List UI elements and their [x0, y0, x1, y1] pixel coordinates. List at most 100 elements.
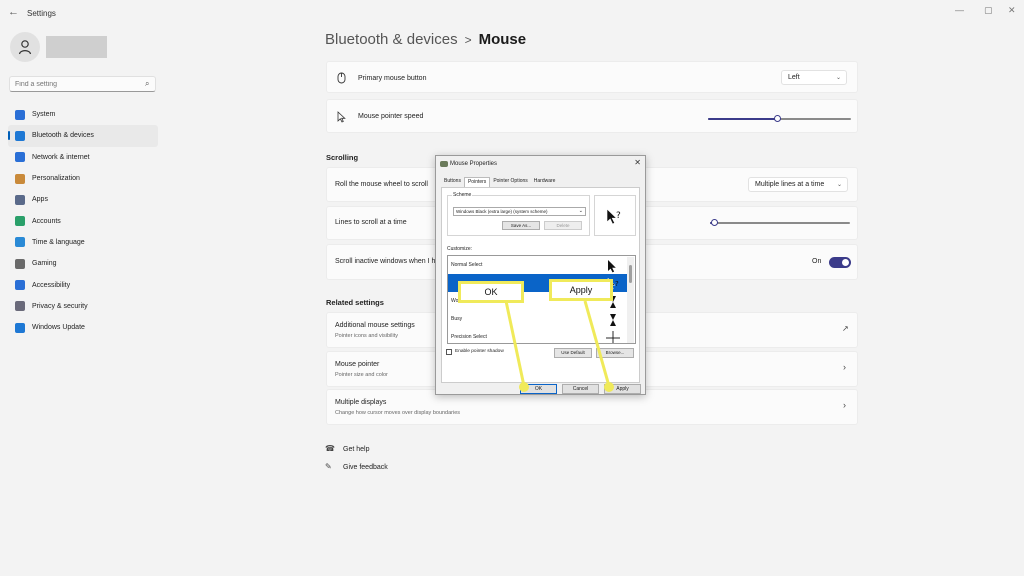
scheme-select[interactable]: Windows Black (extra large) (system sche… [453, 207, 586, 216]
tab-pointer-options[interactable]: Pointer Options [490, 177, 530, 187]
mouse-pointer-sub: Pointer size and color [335, 372, 388, 378]
give-feedback-link[interactable]: ✎ Give feedback [325, 462, 388, 471]
sidebar-item-system[interactable]: System [8, 104, 158, 125]
app-title: Settings [27, 9, 56, 18]
sidebar-item-label: Accounts [32, 217, 61, 225]
scheme-group: Scheme Windows Black (extra large) (syst… [447, 192, 590, 236]
sidebar-item-network-internet[interactable]: Network & internet [8, 147, 158, 168]
back-arrow-icon[interactable]: ← [8, 6, 19, 18]
ok-callout: OK [458, 281, 524, 303]
tab-pointers[interactable]: Pointers [463, 177, 491, 187]
shield-icon [15, 301, 25, 312]
cursor-list-item[interactable]: Normal Select [448, 256, 628, 274]
additional-mouse-settings-sub: Pointer icons and visibility [335, 333, 398, 339]
pointer-speed-slider[interactable] [708, 115, 851, 123]
cancel-button[interactable]: Cancel [562, 384, 599, 394]
sidebar-item-time-language[interactable]: Time & language [8, 232, 158, 253]
roll-wheel-dropdown[interactable]: Multiple lines at a time ⌄ [748, 177, 848, 192]
delete-button[interactable]: Delete [544, 221, 582, 230]
avatar[interactable] [10, 32, 40, 62]
multiple-displays-sub: Change how cursor moves over display bou… [335, 410, 461, 416]
svg-text:?: ? [615, 280, 619, 288]
mouse-properties-dialog: Mouse Properties ✕ Buttons Pointers Pointe… [435, 155, 646, 395]
sidebar-item-privacy-security[interactable]: Privacy & security [8, 296, 158, 317]
scroll-thumb[interactable] [629, 265, 632, 283]
chevron-down-icon: ⌄ [835, 75, 841, 81]
page-title: Mouse [478, 31, 527, 48]
close-icon[interactable]: ✕ [1008, 5, 1016, 16]
sidebar-item-accounts[interactable]: Accounts [8, 210, 158, 231]
browse-button[interactable]: Browse... [596, 348, 634, 358]
get-help-link[interactable]: ☎ Get help [325, 444, 369, 453]
slider-thumb[interactable] [774, 115, 781, 122]
slider-track[interactable] [710, 222, 850, 224]
title-bar: ← Settings — ▢ ✕ [0, 0, 1024, 26]
minimize-icon[interactable]: — [955, 5, 964, 15]
cursor-preview: ? [594, 195, 636, 236]
search-input[interactable] [9, 76, 156, 92]
sidebar-item-label: Windows Update [32, 324, 85, 332]
precision-select-cursor-icon [606, 331, 620, 343]
sidebar-item-apps[interactable]: Apps [8, 189, 158, 210]
additional-mouse-settings-label: Additional mouse settings [335, 322, 415, 329]
breadcrumb-parent[interactable]: Bluetooth & devices [325, 31, 458, 48]
pointer-icon [337, 111, 346, 123]
cursor-list-item[interactable]: Precision Select [448, 328, 628, 343]
save-as-button[interactable]: Save As... [502, 221, 540, 230]
tab-hardware[interactable]: Hardware [531, 177, 559, 187]
mouse-properties-icon [440, 161, 448, 167]
sidebar-item-label: Time & language [32, 238, 85, 246]
customize-label: Customize: [447, 246, 473, 252]
sidebar-item-label: Gaming [32, 260, 57, 268]
toggle-state-text: On [812, 258, 822, 265]
maximize-icon[interactable]: ▢ [984, 5, 993, 16]
dialog-close-icon[interactable]: ✕ [634, 158, 641, 167]
mouse-pointer-label: Mouse pointer [335, 361, 380, 368]
update-icon [15, 322, 25, 333]
primary-button-dropdown[interactable]: Left ⌄ [781, 70, 847, 85]
primary-button-row: Primary mouse button Left ⌄ [326, 61, 858, 93]
primary-button-value: Left [788, 74, 800, 81]
breadcrumb: Bluetooth & devices > Mouse [325, 31, 526, 48]
accessibility-icon [15, 280, 25, 291]
apply-button[interactable]: Apply [604, 384, 641, 394]
apps-icon [15, 194, 25, 205]
ok-button[interactable]: OK [520, 384, 557, 394]
system-icon [15, 109, 25, 120]
username-redacted [46, 36, 107, 58]
cursor-list-item[interactable]: Busy [448, 310, 628, 328]
normal-select-cursor-icon [608, 260, 616, 273]
globe-icon [15, 237, 25, 248]
sidebar-item-label: Privacy & security [32, 302, 88, 310]
busy-cursor-icon [610, 314, 616, 326]
scroll-inactive-toggle[interactable] [829, 257, 851, 268]
sidebar-item-personalization[interactable]: Personalization [8, 168, 158, 189]
apply-callout: Apply [549, 279, 613, 301]
slider-thumb[interactable] [711, 219, 718, 226]
network-icon [15, 152, 25, 163]
cursor-list-scrollbar[interactable] [627, 257, 634, 343]
sidebar-item-label: Bluetooth & devices [32, 132, 94, 140]
scheme-value: Windows Black (extra large) (system sche… [456, 209, 548, 214]
bluetooth-icon [15, 130, 25, 141]
scheme-label: Scheme [452, 192, 473, 198]
sidebar-item-label: Apps [32, 196, 48, 204]
mouse-icon [337, 72, 346, 84]
enable-shadow-checkbox[interactable] [446, 349, 452, 355]
tab-buttons[interactable]: Buttons [441, 177, 464, 187]
sidebar-item-gaming[interactable]: Gaming [8, 253, 158, 274]
sidebar-item-label: Accessibility [32, 281, 71, 289]
use-default-button[interactable]: Use Default [554, 348, 592, 358]
sidebar-item-bluetooth-devices[interactable]: Bluetooth & devices [8, 125, 158, 147]
sidebar-item-label: Network & internet [32, 153, 90, 161]
breadcrumb-separator: > [464, 33, 472, 47]
sidebar-item-label: Personalization [32, 175, 80, 183]
pointer-speed-label: Mouse pointer speed [358, 113, 424, 120]
sidebar-item-windows-update[interactable]: Windows Update [8, 317, 158, 338]
sidebar-item-accessibility[interactable]: Accessibility [8, 274, 158, 295]
feedback-icon: ✎ [325, 462, 332, 471]
search-icon[interactable]: ⌕ [145, 79, 149, 89]
chevron-down-icon: ⌄ [578, 208, 583, 214]
get-help-label: Get help [343, 446, 370, 453]
lines-to-scroll-slider[interactable] [710, 219, 850, 227]
